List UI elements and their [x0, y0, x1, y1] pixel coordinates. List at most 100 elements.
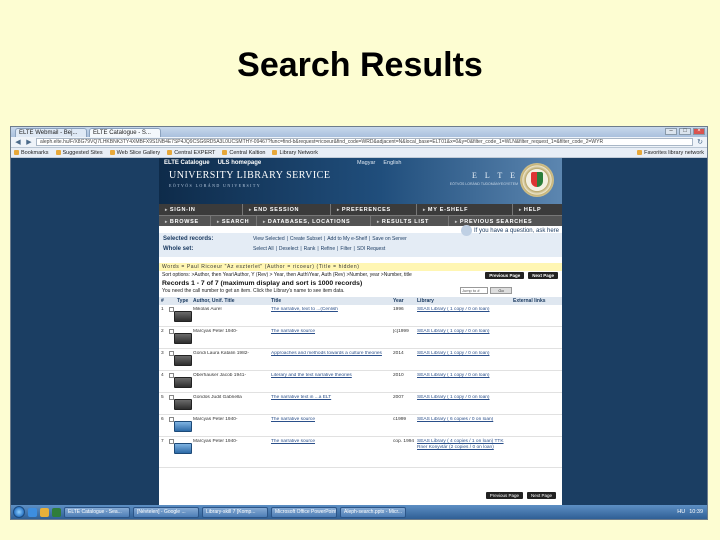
bottom-page-buttons: Previous Page Next Page — [485, 492, 556, 499]
bookmark-item[interactable]: Suggested Sites — [55, 149, 103, 156]
call-number-hint-text: You need the call number to get an item.… — [162, 288, 345, 294]
book-icon[interactable] — [174, 355, 192, 366]
col-library[interactable]: Library — [417, 297, 513, 305]
nav-search[interactable]: SEARCH — [211, 216, 257, 226]
nav-preferences[interactable]: PREFERENCES — [331, 204, 417, 215]
ie-icon[interactable] — [28, 507, 37, 517]
table-row[interactable]: 2 Marcyas Peter 1940- The narrative source… — [159, 327, 562, 349]
whole-set-actions: Select All | Deselect | Rank | Refine | … — [253, 246, 385, 252]
nav-results-list[interactable]: RESULTS LIST — [371, 216, 449, 226]
bookmark-item[interactable]: Central Kaltion — [222, 150, 265, 156]
back-arrow-icon[interactable]: ◀ — [14, 138, 22, 146]
table-row[interactable]: 3 Gondi Laura Katalin 1982- Approaches and… — [159, 349, 562, 371]
jump-go-button[interactable]: Go — [490, 287, 512, 294]
taskbar-button[interactable]: Library-skill 7 [Komp... — [202, 506, 268, 518]
english-link[interactable]: English — [383, 160, 401, 166]
taskbar-button[interactable]: Microsoft Office PowerPoint... — [271, 506, 337, 518]
table-row[interactable]: 1 Mikolas Aurel The narrative, text to ...… — [159, 305, 562, 327]
row-library-link[interactable]: SEAS Library ( 1 copy / 0 on loan) — [417, 373, 513, 378]
row-title-link[interactable]: Approaches and methods towards a culture… — [271, 351, 393, 356]
book-icon[interactable] — [174, 377, 192, 388]
bookmark-item[interactable]: Library Network — [272, 150, 318, 156]
row-library-link[interactable]: SEAS Library ( 1 copy / 0 on loan) — [417, 395, 513, 400]
uls-homepage-link[interactable]: ULS homepage — [218, 160, 262, 166]
nav-end-session[interactable]: END SESSION — [243, 204, 331, 215]
col-year[interactable]: Year — [393, 297, 417, 305]
table-row[interactable]: 5 Gondos Judit Gabriella The narrative tex… — [159, 393, 562, 415]
col-author[interactable]: Author, Unif. Title — [191, 297, 271, 305]
bookmark-item[interactable]: Bookmarks — [14, 150, 49, 156]
book-icon[interactable] — [174, 333, 192, 344]
bookmark-item-right[interactable]: Favorites library network — [637, 150, 704, 156]
url-field[interactable]: aleph.elte.hu/F/X8G79VQ7LHKBNK3TY4XMBFX9… — [36, 138, 693, 146]
row-library-link[interactable]: SEAS Library ( 1 copy / 0 on loan) — [417, 329, 513, 334]
rank-link[interactable]: Rank — [304, 246, 316, 252]
language-indicator[interactable]: HU — [677, 509, 685, 515]
forward-arrow-icon[interactable]: ▶ — [25, 138, 33, 146]
previous-page-button-bottom[interactable]: Previous Page — [485, 492, 523, 499]
table-row[interactable]: 7 Marcyas Peter 1940- The narrative source… — [159, 437, 562, 468]
taskbar-button[interactable]: Aleph-search.pptx - Micr... — [340, 506, 406, 518]
bookmark-label: Suggested Sites — [62, 149, 103, 156]
add-to-eshelf-link[interactable]: Add to My e-Shelf — [327, 236, 367, 242]
bookmarks-bar: Bookmarks Suggested Sites Web Slice Gall… — [11, 148, 707, 158]
minimize-button[interactable]: – — [665, 128, 677, 135]
start-button-icon[interactable] — [13, 506, 25, 518]
bookmark-item[interactable]: Web Slice Gallery — [109, 150, 160, 156]
row-number: 1 — [161, 307, 164, 312]
book-icon[interactable] — [174, 399, 192, 410]
row-title-link[interactable]: The narrative source — [271, 417, 393, 422]
row-title-link[interactable]: Literary and the text narrative theories — [271, 373, 393, 378]
sdi-request-link[interactable]: SDI Request — [357, 246, 385, 252]
browser-tab-webmail[interactable]: ELTE Webmail - Bej... — [15, 128, 87, 137]
jump-input[interactable]: Jump to # — [460, 287, 488, 294]
row-library-link[interactable]: SEAS Library ( 6 copies / 0 on loan) — [417, 417, 513, 422]
previous-page-button[interactable]: Previous Page — [485, 272, 525, 279]
row-library-link[interactable]: SEAS Library ( 4 copies / 1 on loan) TTK… — [417, 439, 513, 451]
view-selected-link[interactable]: View Selected — [253, 236, 285, 242]
table-row[interactable]: 4 Oberhauser Jacob 1941- Literary and the … — [159, 371, 562, 393]
row-library-link[interactable]: SEAS Library ( 1 copy / 0 on loan) — [417, 307, 513, 312]
book-icon[interactable] — [174, 443, 192, 454]
media-icon[interactable] — [52, 507, 61, 517]
create-subset-link[interactable]: Create Subset — [290, 236, 322, 242]
nav-browse[interactable]: BROWSE — [159, 216, 211, 226]
elte-catalogue-link[interactable]: ELTE Catalogue — [164, 160, 210, 166]
folder-icon[interactable] — [40, 507, 49, 517]
deselect-link[interactable]: Deselect — [279, 246, 298, 252]
nav-help[interactable]: HELP — [513, 204, 562, 215]
taskbar-button[interactable]: ELTE Catalogue - Sea... — [64, 506, 130, 518]
col-title[interactable]: Title — [271, 297, 393, 305]
university-seal-icon — [520, 163, 554, 197]
row-title-link[interactable]: The narrative text in ...a ELT — [271, 395, 393, 400]
nav-databases[interactable]: DATABASES, LOCATIONS — [257, 216, 371, 226]
filter-link[interactable]: Filter — [340, 246, 351, 252]
taskbar-button[interactable]: [Névtelen] - Google ... — [133, 506, 199, 518]
browser-tab-catalogue[interactable]: ELTE Catalogue - S... — [89, 128, 161, 137]
bookmark-item[interactable]: Central EXPERT — [167, 150, 215, 156]
magyar-link[interactable]: Magyar — [357, 160, 375, 166]
row-year: 2014 — [393, 351, 404, 356]
row-library-link[interactable]: SEAS Library ( 1 copy / 0 on loan) — [417, 351, 513, 356]
nav-sign-in[interactable]: SIGN-IN — [159, 204, 243, 215]
refine-link[interactable]: Refine — [321, 246, 335, 252]
maximize-button[interactable]: □ — [679, 128, 691, 135]
save-on-server-link[interactable]: Save on Server — [372, 236, 406, 242]
close-button[interactable]: × — [693, 128, 705, 135]
ask-question[interactable]: If you have a question, ask here — [460, 225, 559, 236]
select-all-link[interactable]: Select All — [253, 246, 274, 252]
refresh-icon[interactable]: ↻ — [696, 138, 704, 146]
book-icon[interactable] — [174, 421, 192, 432]
row-title-link[interactable]: The narrative source — [271, 329, 393, 334]
col-type[interactable]: Type — [177, 297, 191, 305]
separator: | — [323, 236, 326, 242]
nav-my-eshelf[interactable]: MY E-SHELF — [417, 204, 513, 215]
row-title-link[interactable]: The narrative, text to ...(Cenlish — [271, 307, 393, 312]
separator: | — [275, 246, 277, 252]
table-row[interactable]: 6 Marcyas Peter 1940- The narrative source… — [159, 415, 562, 437]
book-icon[interactable] — [174, 311, 192, 322]
bookmark-label: Central Kaltion — [229, 149, 266, 156]
row-title-link[interactable]: The narrative source — [271, 439, 393, 444]
next-page-button-bottom[interactable]: Next Page — [526, 492, 556, 499]
next-page-button[interactable]: Next Page — [528, 272, 558, 279]
